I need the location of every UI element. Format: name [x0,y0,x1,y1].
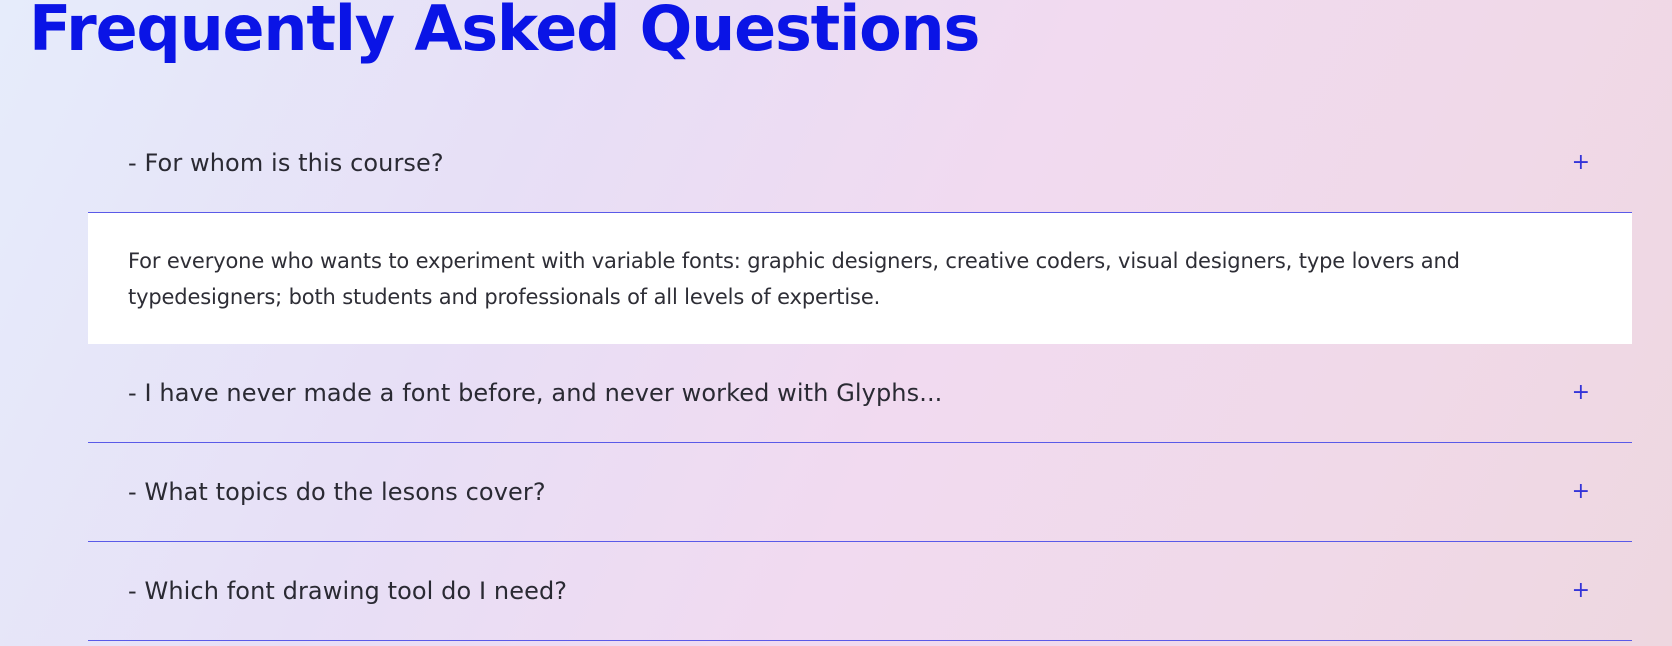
faq-item: - What topics do the lesons cover? + [88,443,1632,542]
plus-icon[interactable]: + [1572,580,1590,602]
faq-item: - Which font drawing tool do I need? + [88,542,1632,641]
faq-question-drawing-tool[interactable]: - Which font drawing tool do I need? + [88,542,1632,641]
faq-question-topics[interactable]: - What topics do the lesons cover? + [88,443,1632,542]
faq-question-text: - I have never made a font before, and n… [128,379,943,407]
faq-question-text: - For whom is this course? [128,149,444,177]
faq-item: - I have never made a font before, and n… [88,344,1632,443]
plus-icon[interactable]: + [1572,152,1590,174]
faq-list: - For whom is this course? + For everyon… [88,114,1632,641]
faq-question-text: - Which font drawing tool do I need? [128,577,568,605]
faq-answer: For everyone who wants to experiment wit… [88,213,1632,344]
plus-icon[interactable]: + [1572,481,1590,503]
page-title: Frequently Asked Questions [29,0,980,65]
faq-question-for-whom[interactable]: - For whom is this course? + [88,114,1632,213]
faq-question-never-made-font[interactable]: - I have never made a font before, and n… [88,344,1632,443]
plus-icon[interactable]: + [1572,382,1590,404]
faq-answer-text: For everyone who wants to experiment wit… [128,249,1460,309]
faq-item: - For whom is this course? + For everyon… [88,114,1632,344]
faq-question-text: - What topics do the lesons cover? [128,478,546,506]
